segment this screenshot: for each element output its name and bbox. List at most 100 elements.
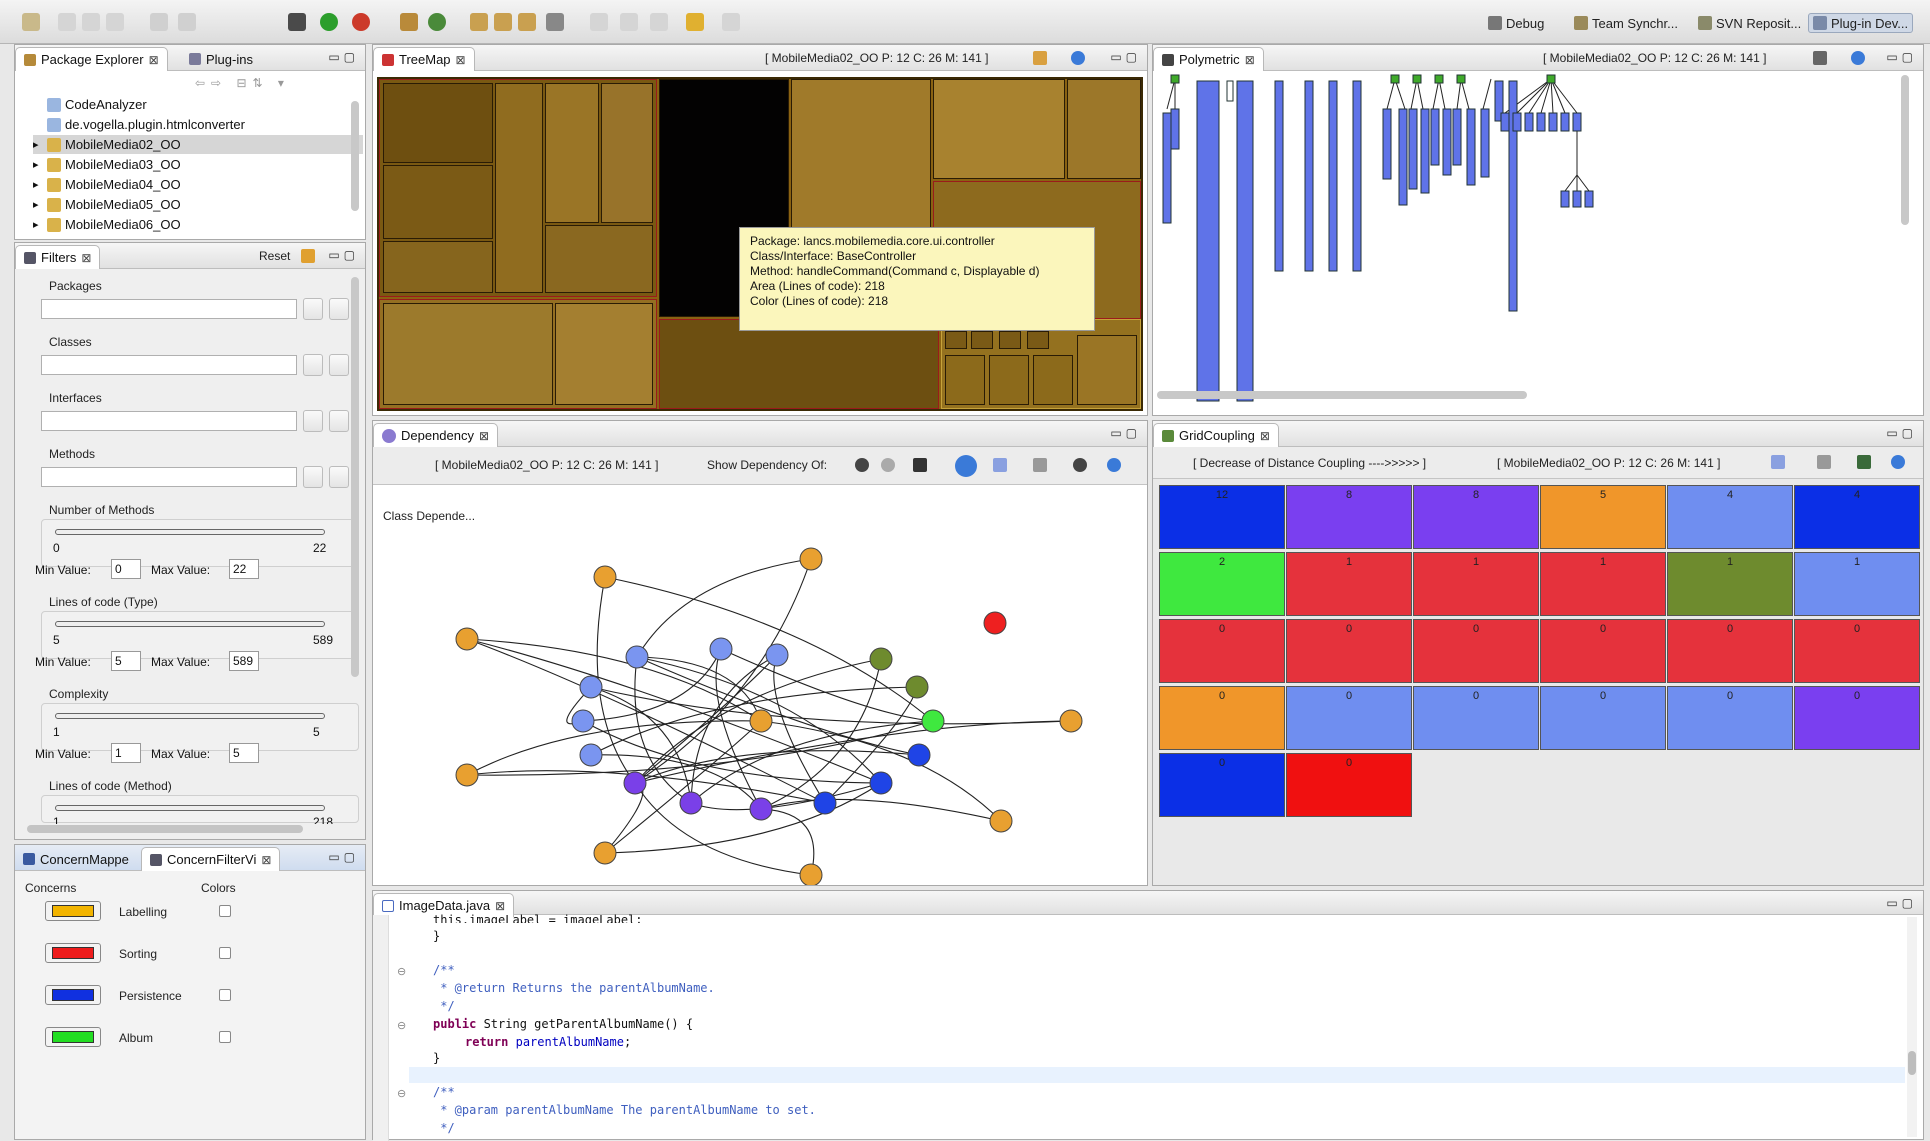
coupling-cell[interactable]: 0 xyxy=(1286,686,1412,750)
class-node[interactable] xyxy=(813,791,837,815)
close-icon[interactable]: ⊠ xyxy=(81,251,91,265)
class-node[interactable] xyxy=(571,709,595,733)
expand-arrow-icon[interactable]: ▸ xyxy=(33,158,43,171)
class-node[interactable] xyxy=(455,627,479,651)
treemap-class[interactable] xyxy=(945,355,985,405)
close-icon[interactable]: ⊠ xyxy=(456,53,466,67)
class-node[interactable] xyxy=(593,565,617,589)
view-toolbar-icons[interactable]: ⇦⇨ ⊟⇅ ▾ xyxy=(195,76,290,90)
lines-of-code-type-slider[interactable] xyxy=(55,621,325,627)
close-icon[interactable]: ⊠ xyxy=(1260,429,1270,443)
class-node[interactable] xyxy=(989,809,1013,833)
interfaces-add-button[interactable] xyxy=(303,410,323,432)
run-icon[interactable] xyxy=(320,13,338,31)
fold-icon[interactable]: ⊖ xyxy=(397,1019,406,1032)
coupling-cell[interactable]: 8 xyxy=(1286,485,1412,549)
coupling-cell[interactable]: 0 xyxy=(1540,686,1666,750)
scrollbar-thumb[interactable] xyxy=(1908,1051,1916,1075)
coupling-cell[interactable]: 0 xyxy=(1667,686,1793,750)
tree-item-mobilemedia06-oo[interactable]: ▸ MobileMedia06_OO xyxy=(33,215,181,234)
tab-dependency[interactable]: Dependency ⊠ xyxy=(373,423,499,447)
vertical-scrollbar[interactable] xyxy=(1901,75,1909,225)
class-node[interactable] xyxy=(579,675,603,699)
packages-add-button[interactable] xyxy=(303,298,323,320)
debug-gear-icon[interactable] xyxy=(288,13,306,31)
treemap-class[interactable] xyxy=(1077,335,1137,405)
filter-dependency-icon[interactable] xyxy=(1073,458,1087,472)
navigate-icon[interactable] xyxy=(1771,455,1785,469)
packages-filter-input[interactable] xyxy=(41,299,297,319)
close-icon[interactable]: ⊠ xyxy=(261,853,271,867)
color-scheme-icon[interactable] xyxy=(1071,51,1085,65)
dependency-type-alt-icon[interactable] xyxy=(881,458,895,472)
zoom-icon[interactable] xyxy=(1813,51,1827,65)
treemap-class[interactable] xyxy=(945,331,967,349)
classes-add-button[interactable] xyxy=(303,354,323,376)
treemap-class[interactable] xyxy=(383,83,493,163)
treemap-class[interactable] xyxy=(545,225,653,293)
reset-button[interactable]: Reset xyxy=(259,249,290,263)
color-scheme-icon[interactable] xyxy=(1891,455,1905,469)
external-tools-icon[interactable] xyxy=(352,13,370,31)
tree-item-codeanalyzer[interactable]: CodeAnalyzer xyxy=(33,95,147,114)
vertical-scrollbar[interactable] xyxy=(351,277,359,677)
lines-of-code-method-slider[interactable] xyxy=(55,805,325,811)
open-folder-icon[interactable] xyxy=(470,13,488,31)
treemap-class[interactable] xyxy=(383,241,493,293)
tree-item-mobilemedia03-oo[interactable]: ▸ MobileMedia03_OO xyxy=(33,155,181,174)
perspective-team-synchronize[interactable]: Team Synchr... xyxy=(1570,13,1682,33)
concern-checkbox[interactable] xyxy=(219,989,231,1001)
save-icon[interactable] xyxy=(58,13,76,31)
close-icon[interactable]: ⊠ xyxy=(149,53,159,67)
treemap-class[interactable] xyxy=(601,83,653,223)
print-icon[interactable] xyxy=(106,13,124,31)
coupling-cell[interactable]: 5 xyxy=(1540,485,1666,549)
class-node[interactable] xyxy=(765,643,789,667)
coupling-cell[interactable]: 2 xyxy=(1159,552,1285,616)
treemap-class[interactable] xyxy=(383,303,553,405)
class-node[interactable] xyxy=(869,771,893,795)
expand-arrow-icon[interactable]: ▸ xyxy=(33,178,43,191)
fold-icon[interactable]: ⊖ xyxy=(397,965,406,978)
class-node[interactable] xyxy=(905,675,929,699)
tree-item-mobilemedia02-oo[interactable]: ▸ MobileMedia02_OO xyxy=(33,135,363,154)
interfaces-remove-button[interactable] xyxy=(329,410,349,432)
max-value-input[interactable]: 22 xyxy=(229,559,259,579)
perspective-svn-repository[interactable]: SVN Reposit... xyxy=(1694,13,1805,33)
coupling-cell[interactable]: 1 xyxy=(1540,552,1666,616)
treemap-class[interactable] xyxy=(383,165,493,239)
tab-grid-coupling[interactable]: GridCoupling ⊠ xyxy=(1153,423,1279,447)
expand-arrow-icon[interactable]: ▸ xyxy=(33,138,43,151)
concern-color-swatch[interactable] xyxy=(45,985,101,1005)
close-icon[interactable]: ⊠ xyxy=(495,899,505,913)
coupling-cell[interactable]: 0 xyxy=(1159,753,1285,817)
number-of-methods-slider[interactable] xyxy=(55,529,325,535)
treemap-class[interactable] xyxy=(1033,355,1073,405)
coupling-cell[interactable]: 0 xyxy=(1286,619,1412,683)
forward-arrow-icon[interactable] xyxy=(722,13,740,31)
minimize-maximize-icon[interactable]: ▭▢ xyxy=(1110,426,1141,440)
classes-filter-input[interactable] xyxy=(41,355,297,375)
minimize-maximize-icon[interactable]: ▭▢ xyxy=(328,50,359,64)
coupling-cell[interactable]: 12 xyxy=(1159,485,1285,549)
coupling-cell[interactable]: 0 xyxy=(1667,619,1793,683)
open-resource-icon[interactable] xyxy=(518,13,536,31)
methods-remove-button[interactable] xyxy=(329,466,349,488)
max-value-input[interactable]: 589 xyxy=(229,651,259,671)
vertical-scrollbar[interactable] xyxy=(1907,917,1917,1137)
coupling-cell[interactable]: 0 xyxy=(1794,686,1920,750)
fold-icon[interactable]: ⊖ xyxy=(397,1087,406,1100)
class-node[interactable] xyxy=(623,771,647,795)
next-annotation-icon[interactable] xyxy=(590,13,608,31)
class-node[interactable] xyxy=(579,743,603,767)
concern-color-swatch[interactable] xyxy=(45,943,101,963)
build-icon[interactable] xyxy=(150,13,168,31)
expand-arrow-icon[interactable]: ▸ xyxy=(33,198,43,211)
tab-plugins[interactable]: Plug-ins xyxy=(181,47,261,71)
treemap-package[interactable] xyxy=(659,319,939,409)
class-node[interactable] xyxy=(625,645,649,669)
tab-polymetric[interactable]: Polymetric ⊠ xyxy=(1153,47,1264,71)
coupling-cell[interactable]: 0 xyxy=(1413,619,1539,683)
horizontal-scrollbar[interactable] xyxy=(1157,391,1527,399)
concern-color-swatch[interactable] xyxy=(45,901,101,921)
